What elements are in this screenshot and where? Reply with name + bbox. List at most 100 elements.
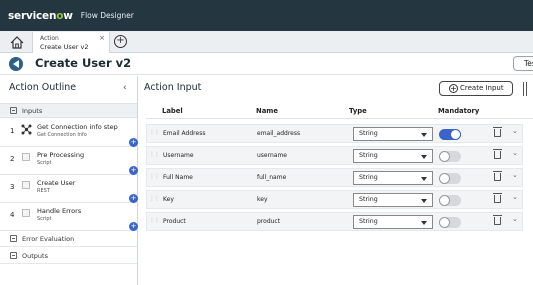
table-row: ⋮⋮ Full Name full_name String ⌄ [146, 168, 523, 187]
step-name: Get Connection info step [37, 123, 118, 131]
expand-row-icon[interactable]: ⌄ [512, 193, 518, 201]
table-header: Label Name Type Mandatory [146, 103, 533, 119]
drag-handle-icon[interactable]: ⋮⋮ [149, 217, 160, 224]
servicenow-logo[interactable]: servicenow [8, 10, 73, 22]
step-image-icon [22, 209, 30, 217]
expand-row-icon[interactable]: ⌄ [512, 171, 518, 179]
sidebar-step-1[interactable]: 1 Get Connection info step Get Connectio… [0, 119, 138, 147]
tab-create-user-v2[interactable]: Action Create User v2 × [32, 32, 110, 53]
step-image-icon [22, 153, 30, 161]
sidebar-item-label: Inputs [22, 107, 43, 115]
type-select[interactable]: String [353, 215, 433, 229]
mandatory-toggle[interactable] [439, 217, 461, 228]
chevron-down-icon [421, 133, 427, 137]
type-select[interactable]: String [353, 149, 433, 163]
input-name[interactable]: username [257, 152, 287, 159]
sidebar-item-outputs[interactable]: Outputs [0, 248, 137, 264]
step-number: 1 [10, 127, 15, 135]
expand-row-icon[interactable]: ⌄ [512, 127, 518, 135]
trash-icon[interactable] [493, 171, 502, 181]
trash-icon[interactable] [493, 149, 502, 159]
table-row: ⋮⋮ Email Address email_address String ⌄ [146, 124, 523, 143]
toggle-knob [439, 217, 450, 228]
top-bar: servicenow Flow Designer [0, 0, 533, 31]
table-row: ⋮⋮ Product product String ⌄ [146, 212, 523, 231]
trash-icon[interactable] [493, 215, 502, 225]
tab-bar: Action Create User v2 × + [0, 31, 533, 53]
create-input-button[interactable]: + Create Input [439, 81, 513, 96]
create-input-label: Create Input [460, 84, 504, 92]
column-header-type: Type [349, 107, 367, 115]
type-value: String [359, 174, 378, 181]
add-step-icon[interactable]: + [129, 138, 138, 147]
step-number: 3 [10, 183, 15, 191]
column-header-mandatory: Mandatory [438, 107, 480, 115]
type-select[interactable]: String [353, 193, 433, 207]
sidebar-step-2[interactable]: 2 Pre Processing Script + [0, 147, 138, 175]
input-label[interactable]: Full Name [163, 174, 193, 181]
sidebar-step-4[interactable]: 4 Handle Errors Script + [0, 203, 138, 231]
plus-circle-icon: + [449, 84, 458, 93]
step-subtitle: Get Connection Info [37, 132, 87, 138]
drag-handle-icon[interactable]: ⋮⋮ [149, 151, 160, 158]
chevron-down-icon [421, 155, 427, 159]
trash-icon[interactable] [493, 193, 502, 203]
sidebar-item-error-evaluation[interactable]: Error Evaluation [0, 231, 137, 247]
sidebar-step-3[interactable]: 3 Create User REST + [0, 175, 138, 203]
input-name[interactable]: product [257, 218, 280, 225]
mandatory-toggle[interactable] [439, 129, 461, 140]
type-value: String [359, 152, 378, 159]
toggle-knob [450, 129, 461, 140]
input-label[interactable]: Product [163, 218, 186, 225]
step-subtitle: Script [37, 216, 52, 222]
page-title: Create User v2 [35, 56, 132, 70]
sidebar-item-label: Outputs [22, 252, 48, 260]
collapse-sidebar-icon[interactable]: ‹ [123, 83, 127, 93]
expand-row-icon[interactable]: ⌄ [512, 215, 518, 223]
outputs-icon [10, 252, 17, 259]
input-label[interactable]: Username [163, 152, 194, 159]
add-step-icon[interactable]: + [129, 194, 138, 203]
sidebar-item-inputs[interactable]: Inputs [0, 103, 137, 118]
type-select[interactable]: String [353, 171, 433, 185]
trash-icon[interactable] [493, 127, 502, 137]
add-step-icon[interactable]: + [129, 222, 138, 231]
tab-title: Create User v2 [40, 43, 89, 51]
step-name: Create User [37, 179, 76, 187]
drag-handle-icon[interactable]: ⋮⋮ [149, 195, 160, 202]
column-header-name: Name [256, 107, 278, 115]
type-value: String [359, 130, 378, 137]
step-subtitle: REST [37, 188, 50, 194]
tab-type: Action [40, 35, 59, 42]
sidebar-title: Action Outline [9, 82, 77, 93]
back-icon[interactable] [9, 57, 23, 71]
step-image-icon [22, 181, 30, 189]
type-value: String [359, 196, 378, 203]
action-input-panel: Action Input + Create Input Label Name T… [139, 76, 533, 285]
type-select[interactable]: String [353, 127, 433, 141]
input-label[interactable]: Email Address [163, 130, 205, 137]
toggle-knob [439, 151, 450, 162]
close-tab-icon[interactable]: × [99, 34, 105, 42]
mandatory-toggle[interactable] [439, 195, 461, 206]
input-name[interactable]: email_address [257, 130, 300, 137]
add-tab-icon[interactable]: + [114, 35, 127, 48]
drag-handle-icon[interactable]: ⋮⋮ [149, 129, 160, 136]
mandatory-toggle[interactable] [439, 173, 461, 184]
scroll-handle[interactable] [523, 82, 527, 96]
step-name: Pre Processing [37, 151, 85, 159]
input-name[interactable]: key [257, 196, 268, 203]
drag-handle-icon[interactable]: ⋮⋮ [149, 173, 160, 180]
test-button[interactable]: Test [513, 56, 533, 71]
chevron-down-icon [421, 199, 427, 203]
expand-row-icon[interactable]: ⌄ [512, 149, 518, 157]
table-row: ⋮⋮ Username username String ⌄ [146, 146, 523, 165]
chevron-down-icon [421, 177, 427, 181]
home-icon[interactable] [10, 36, 24, 49]
add-step-icon[interactable]: + [129, 166, 138, 175]
input-label[interactable]: Key [163, 196, 174, 203]
mandatory-toggle[interactable] [439, 151, 461, 162]
input-name[interactable]: full_name [257, 174, 286, 181]
table-row: ⋮⋮ Key key String ⌄ [146, 190, 523, 209]
column-header-label: Label [162, 107, 183, 115]
